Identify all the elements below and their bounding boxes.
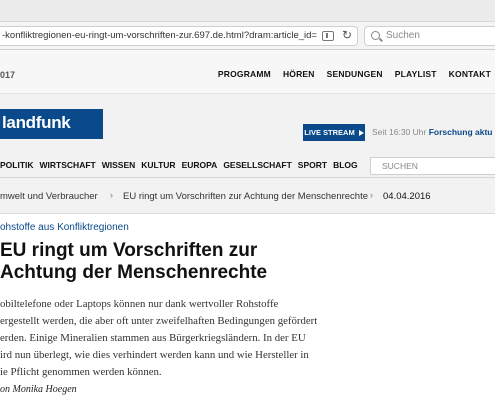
section-navigation: POLITIK WIRTSCHAFT WISSEN KULTUR EUROPA … bbox=[0, 154, 495, 178]
top-navigation: 017 PROGRAMM HÖREN SENDUNGEN PLAYLIST KO… bbox=[0, 50, 495, 94]
site-search-placeholder: SUCHEN bbox=[382, 161, 418, 171]
site-logo[interactable]: landfunk bbox=[0, 109, 103, 139]
toplink-playlist[interactable]: PLAYLIST bbox=[395, 69, 437, 79]
headline-line: EU ringt um Vorschriften zur bbox=[0, 240, 258, 261]
nav-politik[interactable]: POLITIK bbox=[0, 160, 34, 170]
year-text: 017 bbox=[0, 70, 16, 80]
toplink-kontakt[interactable]: KONTAKT bbox=[449, 69, 491, 79]
browser-toolbar: -konfliktregionen-eu-ringt-um-vorschrift… bbox=[0, 22, 495, 50]
article-author: on Monika Hoegen bbox=[0, 384, 77, 395]
breadcrumb-item-category[interactable]: mwelt und Verbraucher bbox=[0, 191, 98, 202]
article-headline: EU ringt um Vorschriften zur Achtung der… bbox=[0, 240, 330, 284]
breadcrumb-separator-icon: › bbox=[110, 190, 113, 200]
live-program-link[interactable]: Forschung aktu bbox=[429, 127, 493, 137]
teaser-line: obiltelefone oder Laptops können nur dan… bbox=[0, 298, 279, 310]
logo-text: landfunk bbox=[2, 113, 71, 132]
toplink-programm[interactable]: PROGRAMM bbox=[218, 69, 271, 79]
teaser-line: erden. Einige Mineralien stammen aus Bür… bbox=[0, 332, 306, 344]
browser-titlebar bbox=[0, 0, 495, 22]
breadcrumb-item-article[interactable]: EU ringt um Vorschriften zur Achtung der… bbox=[123, 191, 368, 202]
teaser-line: ergestellt werden, die aber oft unter zw… bbox=[0, 315, 318, 327]
headline-line: Achtung der Menschenrechte bbox=[0, 262, 268, 283]
live-info: Seit 16:30 Uhr Forschung aktu bbox=[372, 127, 492, 137]
search-icon bbox=[371, 31, 380, 40]
url-text: -konfliktregionen-eu-ringt-um-vorschrift… bbox=[2, 30, 317, 41]
breadcrumb-separator-icon: › bbox=[370, 190, 373, 200]
live-info-time: Seit 16:30 Uhr bbox=[372, 127, 427, 137]
nav-europa[interactable]: EUROPA bbox=[182, 160, 218, 170]
breadcrumb-date: 04.04.2016 bbox=[383, 191, 431, 202]
nav-wirtschaft[interactable]: WIRTSCHAFT bbox=[40, 160, 96, 170]
teaser-line: ird nun überlegt, wie dies verhindert we… bbox=[0, 349, 309, 361]
nav-blog[interactable]: BLOG bbox=[333, 160, 358, 170]
reload-icon[interactable]: ↻ bbox=[342, 28, 352, 42]
nav-sport[interactable]: SPORT bbox=[298, 160, 327, 170]
header-area: landfunk LIVE STREAM Seit 16:30 Uhr Fors… bbox=[0, 94, 495, 154]
nav-wissen[interactable]: WISSEN bbox=[102, 160, 136, 170]
article-kicker: ohstoffe aus Konfliktregionen bbox=[0, 222, 129, 233]
reader-view-icon[interactable] bbox=[322, 31, 334, 41]
toplink-hoeren[interactable]: HÖREN bbox=[283, 69, 315, 79]
nav-gesellschaft[interactable]: GESELLSCHAFT bbox=[223, 160, 291, 170]
play-icon bbox=[358, 129, 364, 136]
livestream-button[interactable]: LIVE STREAM bbox=[303, 124, 365, 141]
browser-search-field[interactable]: Suchen bbox=[364, 26, 495, 46]
url-field[interactable]: -konfliktregionen-eu-ringt-um-vorschrift… bbox=[0, 26, 358, 46]
browser-search-placeholder: Suchen bbox=[386, 30, 420, 41]
teaser-line: ie Pflicht genommen werden können. bbox=[0, 366, 162, 378]
livestream-label: LIVE STREAM bbox=[304, 128, 355, 137]
section-nav-items: POLITIK WIRTSCHAFT WISSEN KULTUR EUROPA … bbox=[0, 160, 358, 170]
top-links: PROGRAMM HÖREN SENDUNGEN PLAYLIST KONTAK… bbox=[218, 69, 491, 79]
toplink-sendungen[interactable]: SENDUNGEN bbox=[327, 69, 383, 79]
article-teaser: obiltelefone oder Laptops können nur dan… bbox=[0, 296, 380, 381]
nav-kultur[interactable]: KULTUR bbox=[141, 160, 175, 170]
breadcrumb: mwelt und Verbraucher › EU ringt um Vors… bbox=[0, 178, 495, 214]
site-search-input[interactable]: SUCHEN bbox=[370, 157, 495, 175]
